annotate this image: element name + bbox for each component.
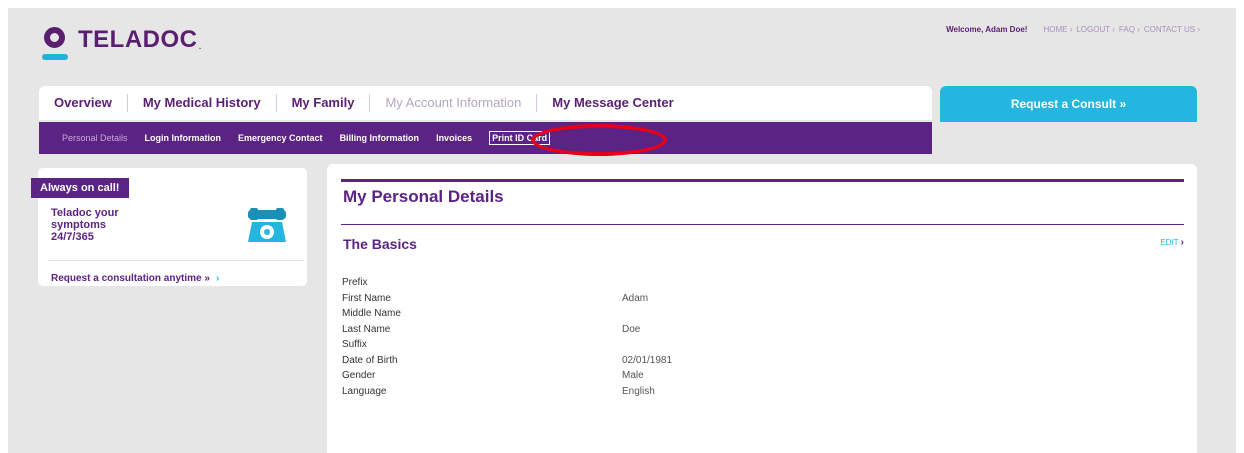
- phone-icon: [248, 208, 286, 242]
- brand-dot: .: [198, 40, 202, 52]
- field-label: Last Name: [342, 323, 391, 335]
- field-value: Doe: [622, 323, 641, 335]
- contact-us-link[interactable]: CONTACT US ›: [1144, 25, 1200, 34]
- field-value: 02/01/1981: [622, 354, 673, 366]
- page-title: My Personal Details: [343, 187, 504, 206]
- tab-overview[interactable]: Overview: [39, 94, 128, 112]
- request-consult-button[interactable]: Request a Consult »: [940, 86, 1197, 122]
- subtab-personal-details[interactable]: Personal Details: [62, 133, 128, 143]
- request-consultation-link[interactable]: Request a consultation anytime » ›: [51, 273, 219, 284]
- chevron-right-icon: ›: [1137, 25, 1140, 34]
- subtab-login-information[interactable]: Login Information: [145, 133, 222, 143]
- card-tab-label: Always on call!: [31, 178, 130, 198]
- chevron-right-icon: ›: [1069, 25, 1073, 34]
- edit-link[interactable]: EDIT ›: [1160, 237, 1184, 248]
- field-value: Male: [622, 370, 644, 381]
- welcome-text: Welcome, Adam Doe!: [946, 25, 1028, 34]
- subtab-invoices[interactable]: Invoices: [436, 133, 472, 143]
- faq-link[interactable]: FAQ ›: [1119, 25, 1140, 34]
- card-text: Teladoc your symptoms 24/7/365: [51, 207, 119, 243]
- home-link[interactable]: HOME ›: [1043, 25, 1072, 34]
- brand-name: TELADOC: [78, 26, 198, 53]
- subtab-print-id-card[interactable]: Print ID Card: [489, 131, 551, 145]
- logout-link[interactable]: LOGOUT ›: [1076, 25, 1115, 34]
- tab-my-medical-history[interactable]: My Medical History: [128, 94, 277, 112]
- subtab-emergency-contact[interactable]: Emergency Contact: [238, 133, 323, 143]
- field-label: Suffix: [342, 339, 367, 350]
- teladoc-logo-icon: [42, 24, 70, 62]
- field-value: Adam: [622, 292, 649, 304]
- main-nav: Overview My Medical History My Family My…: [39, 86, 932, 120]
- chevron-right-icon: ›: [1180, 237, 1184, 248]
- header-links: Welcome, Adam Doe! HOME › LOGOUT › FAQ ›…: [946, 25, 1200, 34]
- divider: [341, 179, 1184, 182]
- field-value: English: [622, 385, 655, 397]
- tab-my-message-center[interactable]: My Message Center: [537, 94, 688, 112]
- divider: [341, 224, 1184, 225]
- account-subnav: Personal Details Login Information Emerg…: [39, 122, 932, 154]
- field-label: Prefix: [342, 277, 368, 288]
- section-title: The Basics: [343, 236, 417, 252]
- chevron-right-icon: ›: [1197, 25, 1200, 34]
- field-label: Date of Birth: [342, 354, 398, 366]
- chevron-right-icon: ›: [215, 273, 220, 284]
- card-divider: [48, 260, 304, 261]
- tab-my-account-information[interactable]: My Account Information: [370, 94, 538, 112]
- teladoc-logo[interactable]: TELADOC .: [42, 24, 202, 62]
- field-label: First Name: [342, 292, 391, 304]
- main-panel: [327, 164, 1197, 453]
- subtab-billing-information[interactable]: Billing Information: [340, 133, 420, 143]
- field-label: Gender: [342, 370, 376, 381]
- tab-my-family[interactable]: My Family: [277, 94, 371, 112]
- field-label: Language: [342, 385, 387, 397]
- chevron-right-icon: ›: [1112, 25, 1115, 34]
- field-label: Middle Name: [342, 308, 401, 319]
